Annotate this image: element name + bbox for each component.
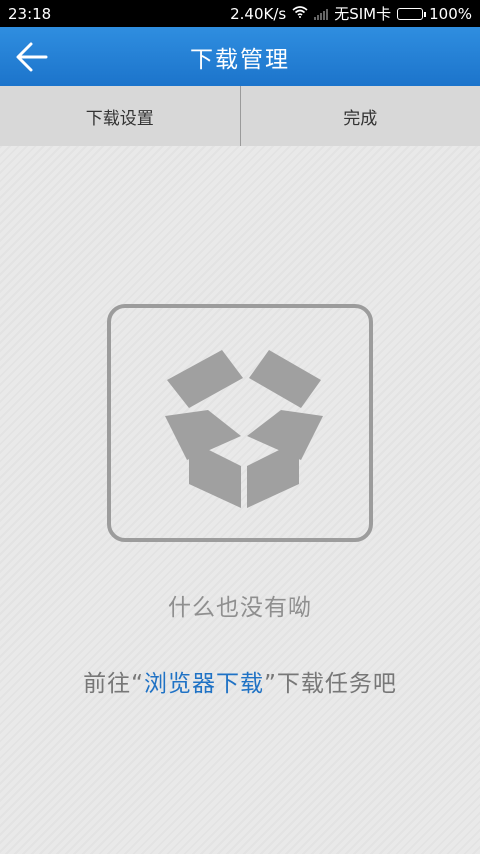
done-button[interactable]: 完成 (241, 86, 480, 146)
page-title: 下载管理 (190, 46, 290, 73)
status-time: 23:18 (8, 4, 52, 23)
browser-download-link[interactable]: 浏览器下载 (144, 671, 264, 697)
empty-state: 什么也没有呦 前往“浏览器下载”下载任务吧 (0, 146, 480, 854)
back-button[interactable] (8, 33, 56, 81)
empty-frame (107, 304, 373, 542)
empty-message: 什么也没有呦 (168, 595, 312, 621)
action-bar: 下载设置 完成 (0, 86, 480, 146)
status-bar: 23:18 2.40K/s 无SIM卡 100% (0, 0, 480, 27)
battery-icon (397, 7, 427, 20)
battery-level: 100% (429, 4, 472, 23)
hint-prefix: 前往“ (83, 671, 144, 697)
hint-suffix: ”下载任务吧 (264, 671, 397, 697)
arrow-left-icon (16, 42, 48, 72)
network-speed: 2.40K/s (230, 4, 287, 23)
sim-status: 无SIM卡 (334, 5, 392, 23)
status-indicators: 2.40K/s 无SIM卡 100% (230, 3, 472, 24)
wifi-icon (292, 5, 308, 22)
signal-icon (314, 8, 329, 20)
title-bar: 下载管理 (0, 27, 480, 86)
open-box-icon (165, 350, 323, 508)
download-settings-button[interactable]: 下载设置 (0, 86, 240, 146)
browser-download-hint: 前往“浏览器下载”下载任务吧 (0, 664, 480, 698)
